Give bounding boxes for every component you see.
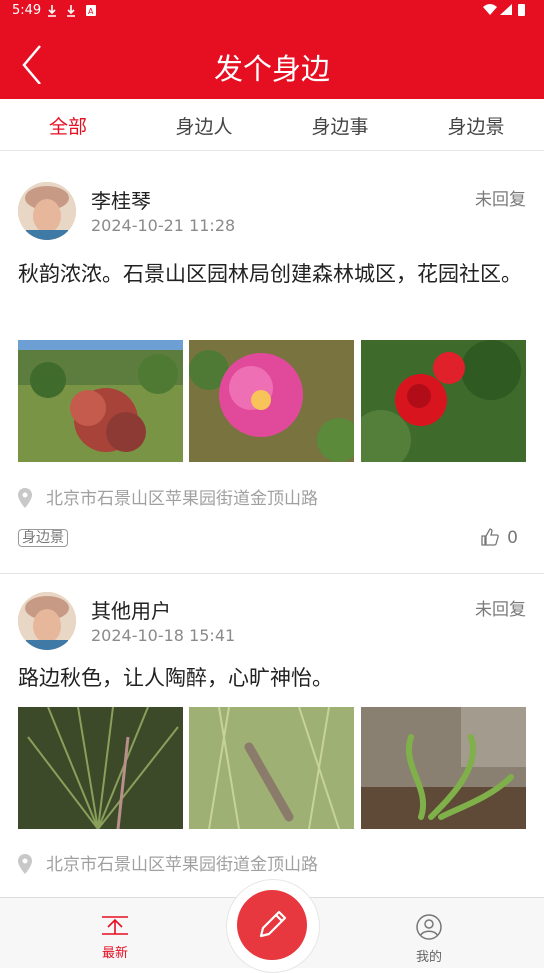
user-avatar-image xyxy=(18,592,76,650)
reply-status: 未回复 xyxy=(475,600,526,620)
photo-thumbnail[interactable] xyxy=(189,707,354,829)
tab-people[interactable]: 身边人 xyxy=(136,112,272,139)
pink-rose-photo xyxy=(189,340,354,462)
download-icon: A xyxy=(48,5,99,17)
nav-mine-label: 我的 xyxy=(415,950,442,965)
nav-latest-label: 最新 xyxy=(101,946,128,961)
location-pin-icon xyxy=(18,854,32,874)
photo-grid xyxy=(18,707,526,829)
status-time: 5:49 xyxy=(12,3,42,18)
app-bar: 发个身边 xyxy=(0,24,544,99)
user-name: 其他用户 xyxy=(91,599,171,623)
red-shrub-photo xyxy=(18,340,183,462)
tab-events[interactable]: 身边事 xyxy=(272,112,408,139)
post-divider xyxy=(0,573,544,574)
photo-grid xyxy=(18,340,526,462)
location-text: 北京市石景山区苹果园街道金顶山路 xyxy=(46,855,318,875)
photo-thumbnail[interactable] xyxy=(361,340,526,462)
wifi-signal-battery-icon xyxy=(483,4,525,16)
latest-icon xyxy=(102,916,128,935)
svg-text:A: A xyxy=(88,7,99,16)
avatar[interactable] xyxy=(18,592,76,650)
location: 北京市石景山区苹果园街道金顶山路 xyxy=(18,850,318,875)
compose-button[interactable] xyxy=(237,890,307,960)
user-name: 李桂琴 xyxy=(91,189,151,213)
red-rose-photo xyxy=(361,340,526,462)
photo-thumbnail[interactable] xyxy=(189,340,354,462)
location-pin-icon xyxy=(18,488,32,508)
status-bar: 5:49 A xyxy=(0,0,544,24)
like-button[interactable]: 0 xyxy=(481,528,518,548)
user-avatar-image xyxy=(18,182,76,240)
location-text: 北京市石景山区苹果园街道金顶山路 xyxy=(46,489,318,509)
foxtail-grass-photo xyxy=(189,707,354,829)
post-time: 2024-10-18 15:41 xyxy=(91,626,236,645)
like-count: 0 xyxy=(507,528,518,548)
nav-latest[interactable]: 最新 xyxy=(75,914,155,961)
pencil-icon xyxy=(259,910,287,938)
profile-icon xyxy=(416,914,442,940)
notification-icons: A xyxy=(48,4,110,21)
post-content: 秋韵浓浓。石景山区园林局创建森林城区，花园社区。 xyxy=(18,262,522,286)
photo-thumbnail[interactable] xyxy=(361,707,526,829)
tab-all[interactable]: 全部 xyxy=(0,112,136,139)
post-card[interactable]: 其他用户 2024-10-18 15:41 未回复 路边秋色，让人陶醉，心旷神怡… xyxy=(0,592,544,897)
post-time: 2024-10-21 11:28 xyxy=(91,216,236,235)
category-tabs: 全部 身边人 身边事 身边景 xyxy=(0,99,544,151)
photo-thumbnail[interactable] xyxy=(18,340,183,462)
system-icons xyxy=(482,3,532,20)
reply-status: 未回复 xyxy=(475,190,526,210)
ornamental-grass-photo xyxy=(18,707,183,829)
category-tag: 身边景 xyxy=(18,529,68,547)
page-title: 发个身边 xyxy=(213,52,330,86)
post-content: 路边秋色，让人陶醉，心旷神怡。 xyxy=(18,666,333,690)
photo-thumbnail[interactable] xyxy=(18,707,183,829)
nav-mine[interactable]: 我的 xyxy=(389,914,469,965)
thumbs-up-icon xyxy=(481,528,500,546)
post-card[interactable]: 李桂琴 2024-10-21 11:28 未回复 秋韵浓浓。石景山区园林局创建森… xyxy=(0,182,544,572)
tab-scenery[interactable]: 身边景 xyxy=(408,112,544,139)
location: 北京市石景山区苹果园街道金顶山路 xyxy=(18,484,318,509)
avatar[interactable] xyxy=(18,182,76,240)
cactus-plant-photo xyxy=(361,707,526,829)
